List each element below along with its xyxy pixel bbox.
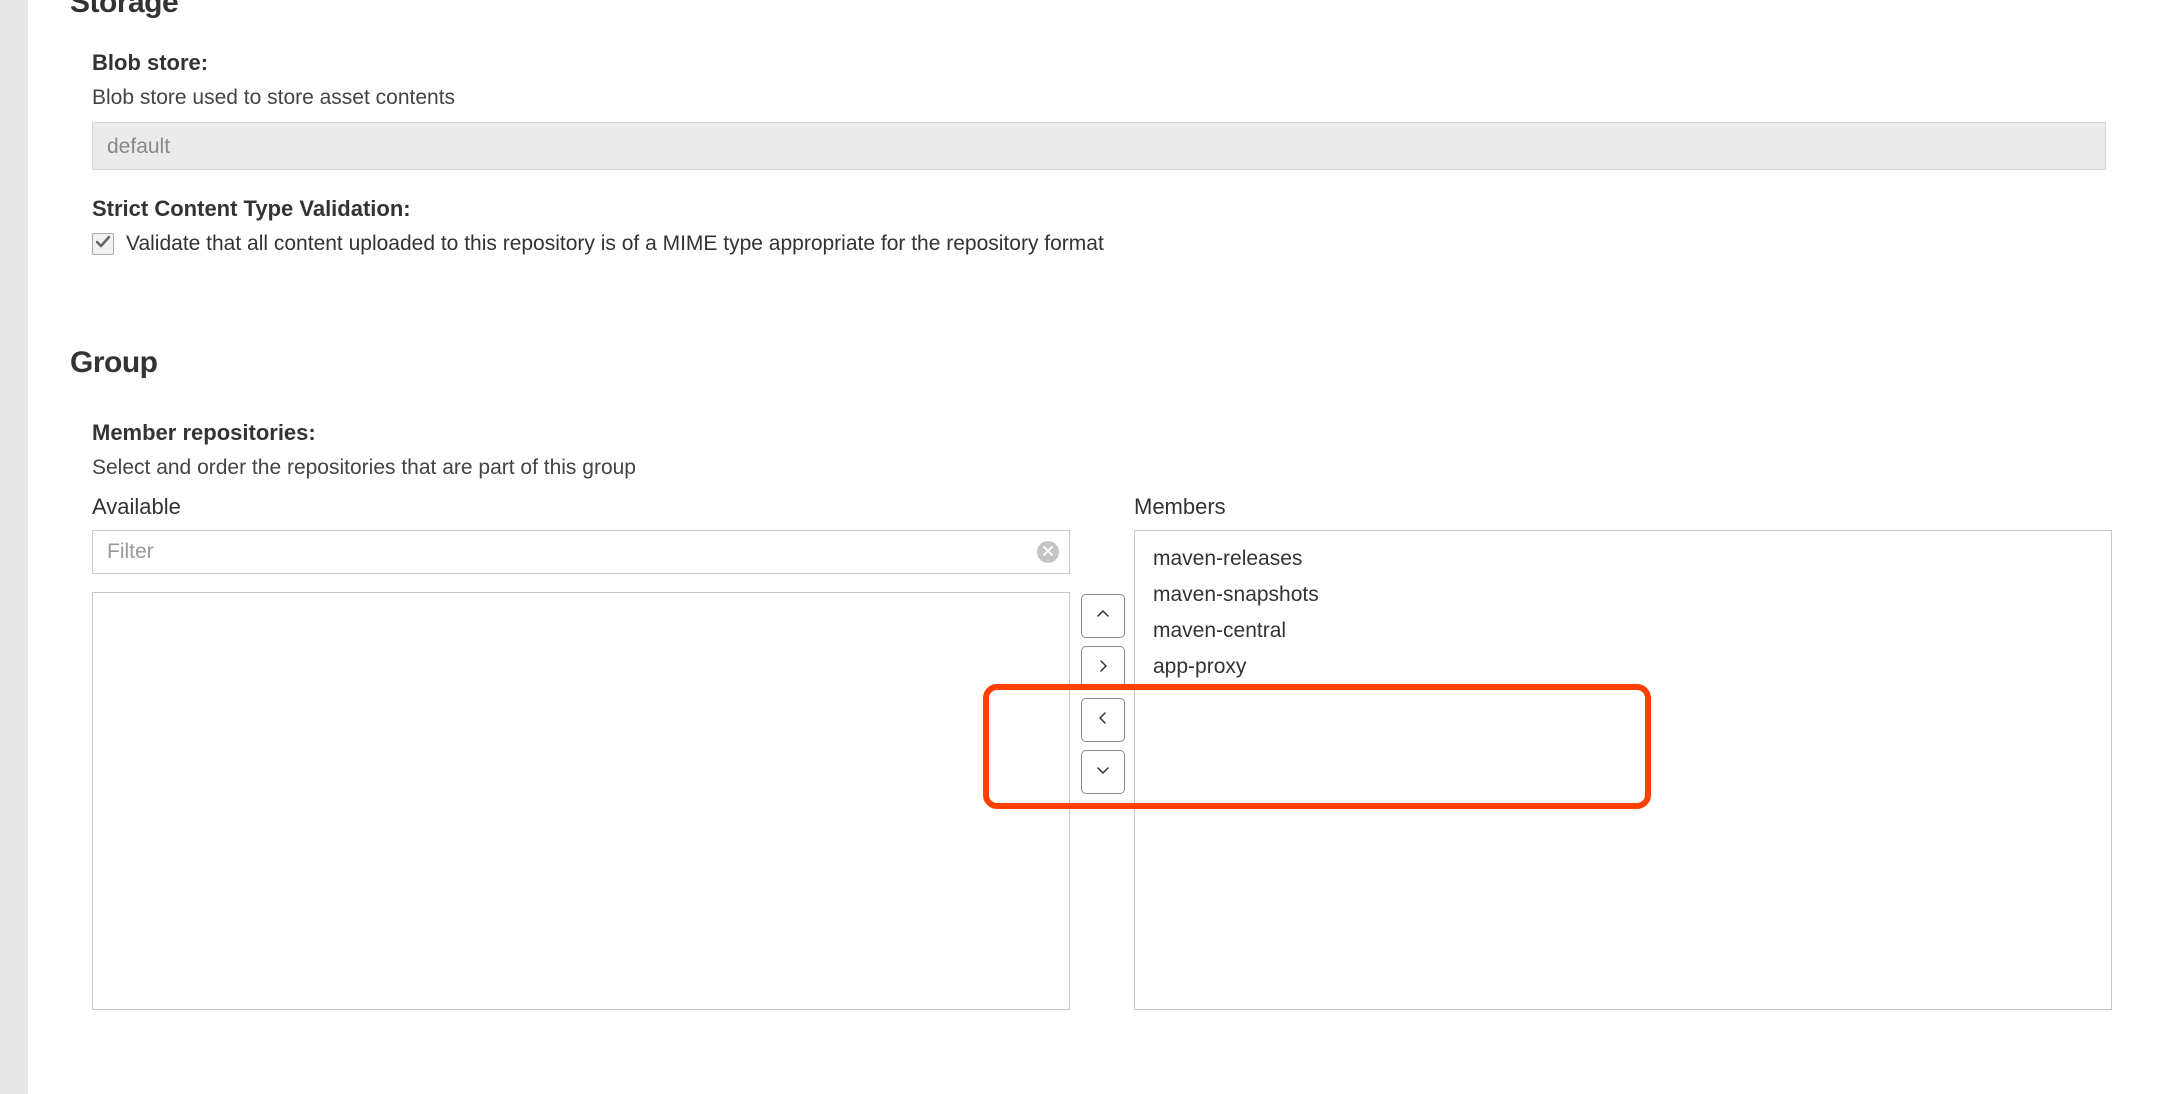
add-to-members-button[interactable]	[1081, 646, 1125, 690]
list-item[interactable]: maven-snapshots	[1135, 577, 2111, 613]
filter-wrap	[92, 530, 1070, 574]
strict-validation-checkbox[interactable]	[92, 233, 114, 255]
move-down-button[interactable]	[1081, 750, 1125, 794]
available-label: Available	[92, 494, 1072, 520]
remove-from-members-button[interactable]	[1081, 698, 1125, 742]
strict-validation-text: Validate that all content uploaded to th…	[126, 232, 1104, 256]
clear-filter-button[interactable]	[1037, 541, 1059, 563]
chevron-left-icon	[1096, 711, 1110, 730]
blob-store-label: Blob store:	[92, 50, 2138, 76]
list-item[interactable]: app-proxy	[1135, 649, 2111, 685]
member-repos-help: Select and order the repositories that a…	[92, 456, 2138, 480]
left-rail	[0, 0, 28, 1094]
chevron-up-icon	[1096, 607, 1110, 626]
blob-store-select[interactable]: default	[92, 122, 2106, 170]
members-label: Members	[1134, 494, 2114, 520]
members-listbox[interactable]: maven-releasesmaven-snapshotsmaven-centr…	[1134, 530, 2112, 1010]
chevron-down-icon	[1096, 763, 1110, 782]
list-item[interactable]: maven-central	[1135, 613, 2111, 649]
list-item[interactable]: maven-releases	[1135, 541, 2111, 577]
check-icon	[95, 234, 111, 255]
move-up-button[interactable]	[1081, 594, 1125, 638]
strict-validation-label: Strict Content Type Validation:	[92, 196, 2138, 222]
close-icon	[1043, 543, 1053, 561]
available-listbox[interactable]	[92, 592, 1070, 1010]
group-section-title: Group	[70, 346, 2138, 380]
chevron-right-icon	[1096, 659, 1110, 678]
storage-section-title: Storage	[70, 0, 2138, 20]
filter-input[interactable]	[93, 531, 1069, 573]
member-repos-label: Member repositories:	[92, 420, 2138, 446]
blob-store-help: Blob store used to store asset contents	[92, 86, 2138, 110]
